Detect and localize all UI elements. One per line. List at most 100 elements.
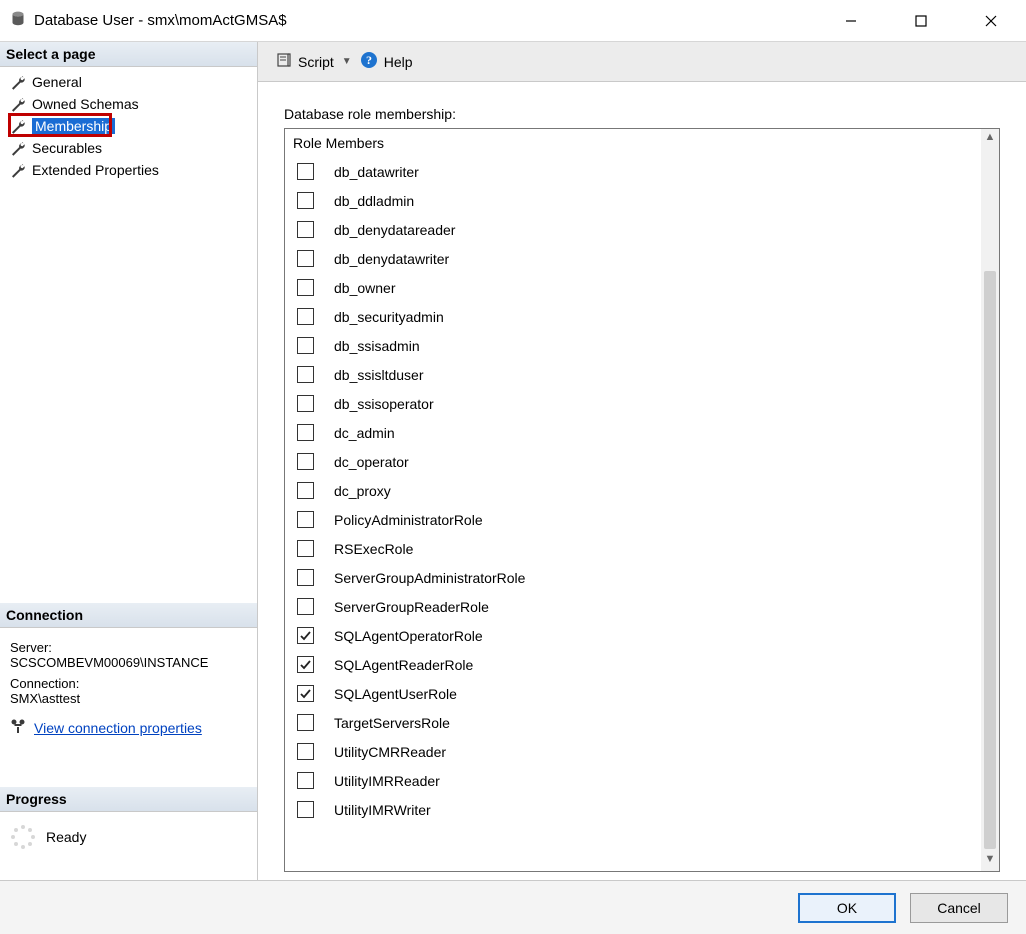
- role-name: ServerGroupReaderRole: [334, 599, 489, 615]
- role-row[interactable]: db_ssisltduser: [291, 360, 981, 389]
- role-list-container: Role Members db_datawriterdb_ddladmindb_…: [284, 128, 1000, 872]
- role-name: dc_admin: [334, 425, 395, 441]
- page-label: General: [32, 74, 82, 90]
- role-row[interactable]: dc_proxy: [291, 476, 981, 505]
- content: Database role membership: Role Members d…: [258, 82, 1026, 880]
- role-name: db_ssisoperator: [334, 396, 434, 412]
- sidebar-page-general[interactable]: General: [0, 71, 257, 93]
- role-row[interactable]: SQLAgentUserRole: [291, 679, 981, 708]
- role-row[interactable]: db_ssisoperator: [291, 389, 981, 418]
- role-name: db_ssisltduser: [334, 367, 424, 383]
- role-checkbox[interactable]: [297, 192, 314, 209]
- wrench-icon: [10, 96, 26, 112]
- role-checkbox[interactable]: [297, 511, 314, 528]
- role-row[interactable]: ServerGroupAdministratorRole: [291, 563, 981, 592]
- role-membership-label: Database role membership:: [284, 106, 1000, 122]
- cancel-button[interactable]: Cancel: [910, 893, 1008, 923]
- role-row[interactable]: SQLAgentReaderRole: [291, 650, 981, 679]
- role-checkbox[interactable]: [297, 482, 314, 499]
- role-checkbox[interactable]: [297, 656, 314, 673]
- role-checkbox[interactable]: [297, 540, 314, 557]
- view-connection-properties-link[interactable]: View connection properties: [34, 720, 202, 736]
- role-name: UtilityIMRReader: [334, 773, 440, 789]
- sidebar-page-owned-schemas[interactable]: Owned Schemas: [0, 93, 257, 115]
- sidebar: Select a page GeneralOwned SchemasMember…: [0, 42, 258, 880]
- role-name: PolicyAdministratorRole: [334, 512, 483, 528]
- role-checkbox[interactable]: [297, 279, 314, 296]
- role-checkbox[interactable]: [297, 424, 314, 441]
- role-row[interactable]: PolicyAdministratorRole: [291, 505, 981, 534]
- scroll-down-arrow-icon[interactable]: ▼: [985, 853, 996, 869]
- role-name: dc_operator: [334, 454, 409, 470]
- connection-section: Server: SCSCOMBEVM00069\INSTANCE Connect…: [0, 628, 257, 747]
- connection-label: Connection:: [10, 676, 249, 691]
- role-row[interactable]: dc_operator: [291, 447, 981, 476]
- script-icon: [276, 52, 292, 71]
- role-row[interactable]: db_denydatawriter: [291, 244, 981, 273]
- role-name: db_owner: [334, 280, 396, 296]
- role-checkbox[interactable]: [297, 221, 314, 238]
- role-row[interactable]: UtilityCMRReader: [291, 737, 981, 766]
- role-name: db_ddladmin: [334, 193, 414, 209]
- help-button[interactable]: ? Help: [360, 51, 413, 72]
- dialog-footer: OK Cancel: [0, 880, 1026, 934]
- role-name: UtilityIMRWriter: [334, 802, 431, 818]
- ok-button[interactable]: OK: [798, 893, 896, 923]
- role-row[interactable]: db_denydatareader: [291, 215, 981, 244]
- role-row[interactable]: UtilityIMRWriter: [291, 795, 981, 824]
- sidebar-page-securables[interactable]: Securables: [0, 137, 257, 159]
- role-name: dc_proxy: [334, 483, 391, 499]
- window-title: Database User - smx\momActGMSA$: [34, 12, 287, 29]
- close-button[interactable]: [956, 0, 1026, 42]
- page-label: Owned Schemas: [32, 96, 139, 112]
- role-row[interactable]: SQLAgentOperatorRole: [291, 621, 981, 650]
- role-checkbox[interactable]: [297, 569, 314, 586]
- connection-properties-icon: [10, 718, 26, 737]
- help-icon: ?: [360, 51, 378, 72]
- role-row[interactable]: UtilityIMRReader: [291, 766, 981, 795]
- sidebar-page-extended-properties[interactable]: Extended Properties: [0, 159, 257, 181]
- help-label: Help: [384, 54, 413, 70]
- sidebar-page-membership[interactable]: Membership: [0, 115, 257, 137]
- role-row[interactable]: db_datawriter: [291, 157, 981, 186]
- chevron-down-icon: ▼: [342, 56, 352, 67]
- role-row[interactable]: TargetServersRole: [291, 708, 981, 737]
- role-checkbox[interactable]: [297, 163, 314, 180]
- role-name: db_datawriter: [334, 164, 419, 180]
- role-checkbox[interactable]: [297, 366, 314, 383]
- page-label: Extended Properties: [32, 162, 159, 178]
- role-checkbox[interactable]: [297, 453, 314, 470]
- role-name: db_denydatawriter: [334, 251, 449, 267]
- role-checkbox[interactable]: [297, 772, 314, 789]
- page-label: Securables: [32, 140, 102, 156]
- scroll-up-arrow-icon[interactable]: ▲: [985, 131, 996, 147]
- role-checkbox[interactable]: [297, 250, 314, 267]
- role-checkbox[interactable]: [297, 714, 314, 731]
- role-name: ServerGroupAdministratorRole: [334, 570, 525, 586]
- role-row[interactable]: dc_admin: [291, 418, 981, 447]
- connection-header: Connection: [0, 603, 257, 628]
- role-row[interactable]: ServerGroupReaderRole: [291, 592, 981, 621]
- script-button[interactable]: Script ▼: [276, 52, 352, 71]
- wrench-icon: [10, 118, 26, 134]
- role-row[interactable]: db_ssisadmin: [291, 331, 981, 360]
- connection-value: SMX\asttest: [10, 691, 249, 706]
- role-checkbox[interactable]: [297, 627, 314, 644]
- maximize-button[interactable]: [886, 0, 956, 42]
- role-checkbox[interactable]: [297, 337, 314, 354]
- role-row[interactable]: db_ddladmin: [291, 186, 981, 215]
- titlebar: Database User - smx\momActGMSA$: [0, 0, 1026, 42]
- role-checkbox[interactable]: [297, 598, 314, 615]
- role-checkbox[interactable]: [297, 743, 314, 760]
- role-checkbox[interactable]: [297, 685, 314, 702]
- scroll-thumb[interactable]: [984, 271, 996, 849]
- minimize-button[interactable]: [816, 0, 886, 42]
- role-row[interactable]: db_owner: [291, 273, 981, 302]
- role-row[interactable]: RSExecRole: [291, 534, 981, 563]
- role-name: UtilityCMRReader: [334, 744, 446, 760]
- vertical-scrollbar[interactable]: ▲ ▼: [981, 129, 999, 871]
- role-row[interactable]: db_securityadmin: [291, 302, 981, 331]
- role-checkbox[interactable]: [297, 395, 314, 412]
- role-checkbox[interactable]: [297, 308, 314, 325]
- role-checkbox[interactable]: [297, 801, 314, 818]
